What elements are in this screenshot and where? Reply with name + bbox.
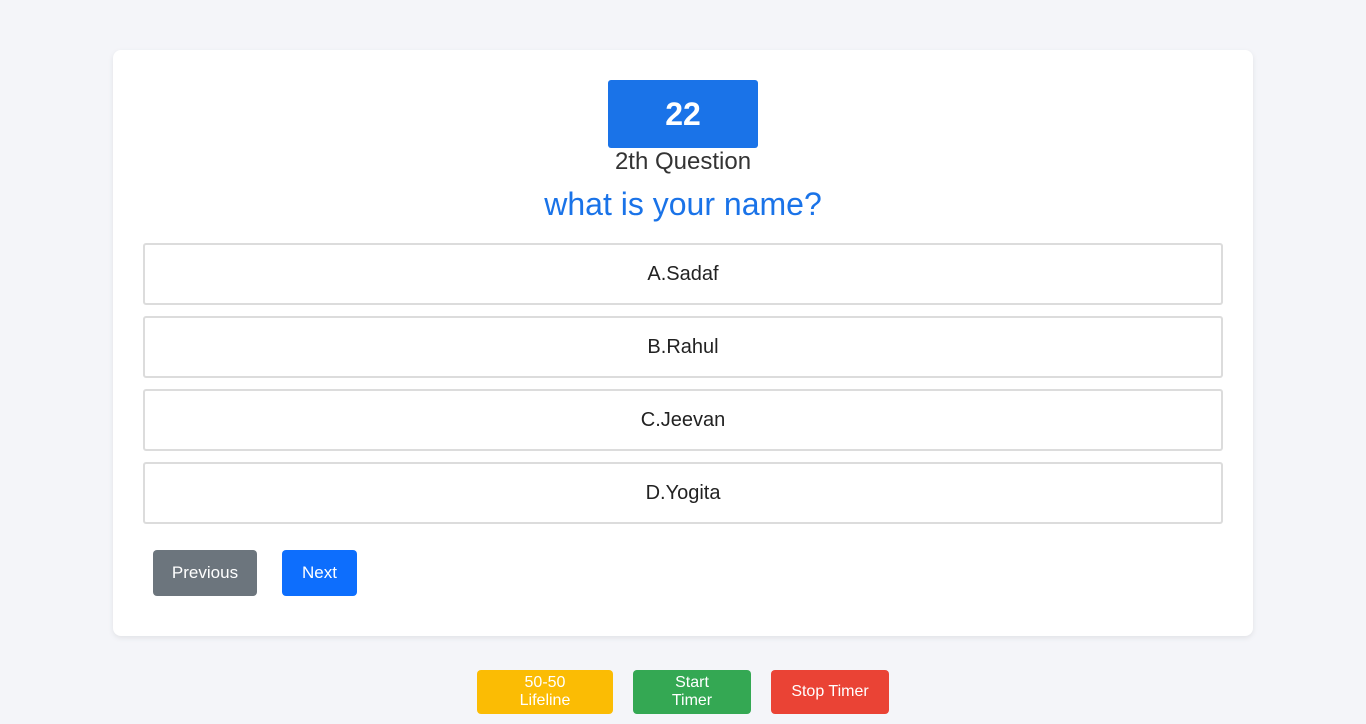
next-button[interactable]: Next [282,550,357,596]
previous-button[interactable]: Previous [153,550,257,596]
option-a[interactable]: A.Sadaf [143,243,1223,305]
question-text: what is your name? [544,186,822,222]
lifeline-button[interactable]: 50-50 Lifeline [477,670,613,714]
stop-timer-button[interactable]: Stop Timer [771,670,889,714]
question-number: 2th Question [614,148,752,175]
quiz-card: 22 2th Question what is your name? A.Sad… [113,50,1253,636]
timer-display: 22 [608,80,758,148]
question-navigation: Previous Next [153,550,357,596]
answer-options: A.Sadaf B.Rahul C.Jeevan D.Yogita [143,243,1223,535]
option-d[interactable]: D.Yogita [143,462,1223,524]
quiz-tools: 50-50 Lifeline Start Timer Stop Timer [0,670,1366,714]
option-b[interactable]: B.Rahul [143,316,1223,378]
option-c[interactable]: C.Jeevan [143,389,1223,451]
start-timer-button[interactable]: Start Timer [633,670,751,714]
